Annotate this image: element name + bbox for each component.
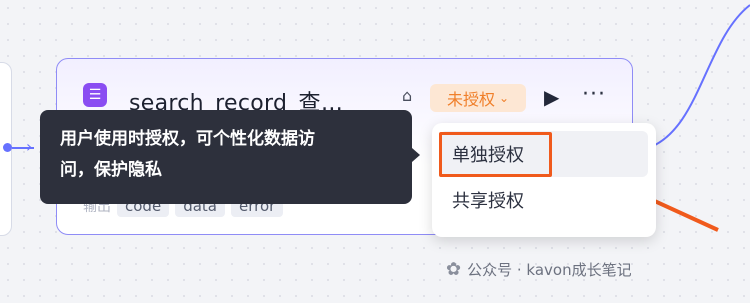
- outgoing-edge: [647, 4, 750, 149]
- tooltip-pointer: [412, 148, 420, 162]
- annotation-highlight-box: [439, 132, 552, 177]
- wechat-icon: ✿: [446, 259, 462, 280]
- tooltip: 用户使用时授权，可个性化数据访 问，保护隐私: [40, 110, 412, 204]
- auth-status-dropdown[interactable]: 未授权 ⌄: [430, 84, 526, 112]
- watermark-text: 公众号 · kavon成长笔记: [467, 261, 632, 279]
- list-icon: ☰: [83, 83, 107, 107]
- tooltip-line: 问，保护隐私: [60, 160, 162, 180]
- store-icon[interactable]: ⌂: [402, 87, 420, 105]
- tooltip-line: 用户使用时授权，可个性化数据访: [60, 129, 315, 149]
- auth-status-label: 未授权: [446, 90, 495, 109]
- chevron-down-icon: ⌄: [498, 91, 510, 105]
- edge-arrow-icon: ›: [26, 137, 33, 156]
- input-port[interactable]: [3, 143, 12, 152]
- menu-item-shared-auth[interactable]: 共享授权: [440, 177, 648, 223]
- play-icon[interactable]: ▶: [544, 85, 559, 109]
- watermark: ✿ 公众号 · kavon成长笔记: [446, 259, 632, 280]
- more-icon[interactable]: ···: [582, 83, 606, 107]
